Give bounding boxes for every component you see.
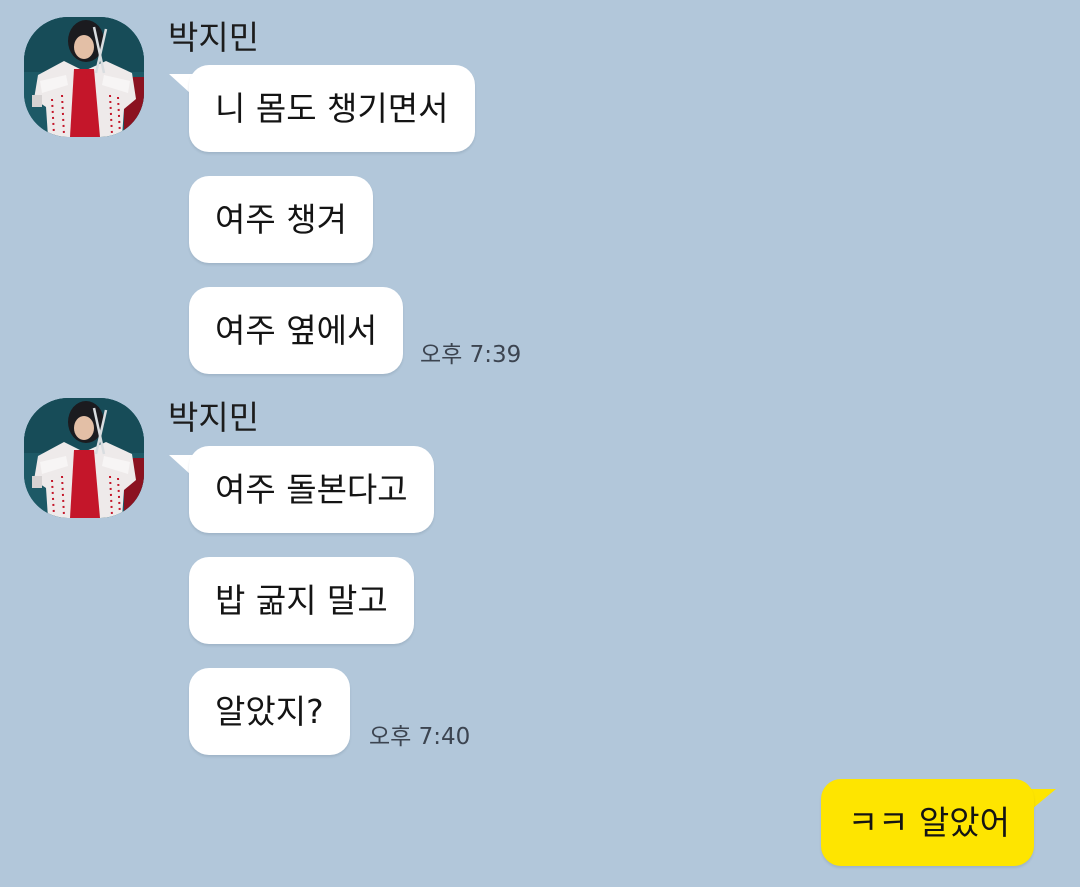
chat-room: 박지민 니 몸도 챙기면서 여주 챙겨 여주 옆에서 오후 7:39 박지민 여…	[0, 0, 1080, 887]
message-bubble[interactable]: 니 몸도 챙기면서	[189, 65, 475, 152]
my-message-bubble[interactable]: ㅋㅋ 알았어	[820, 779, 1034, 866]
sender-name: 박지민	[168, 18, 260, 57]
message-timestamp: 오후 7:40	[369, 724, 471, 750]
message-bubble[interactable]: 여주 옆에서	[189, 287, 404, 374]
message-bubble[interactable]: 여주 돌본다고	[189, 446, 434, 533]
message-bubble[interactable]: 여주 챙겨	[189, 176, 373, 263]
message-timestamp: 오후 7:39	[420, 342, 522, 368]
sender-avatar[interactable]	[24, 398, 144, 518]
message-bubble[interactable]: 알았지?	[189, 668, 350, 755]
sender-name: 박지민	[168, 398, 260, 437]
message-bubble[interactable]: 밥 굶지 말고	[189, 557, 414, 644]
profile-photo-icon	[24, 17, 144, 137]
profile-photo-icon	[24, 398, 144, 518]
sender-avatar[interactable]	[24, 17, 144, 137]
